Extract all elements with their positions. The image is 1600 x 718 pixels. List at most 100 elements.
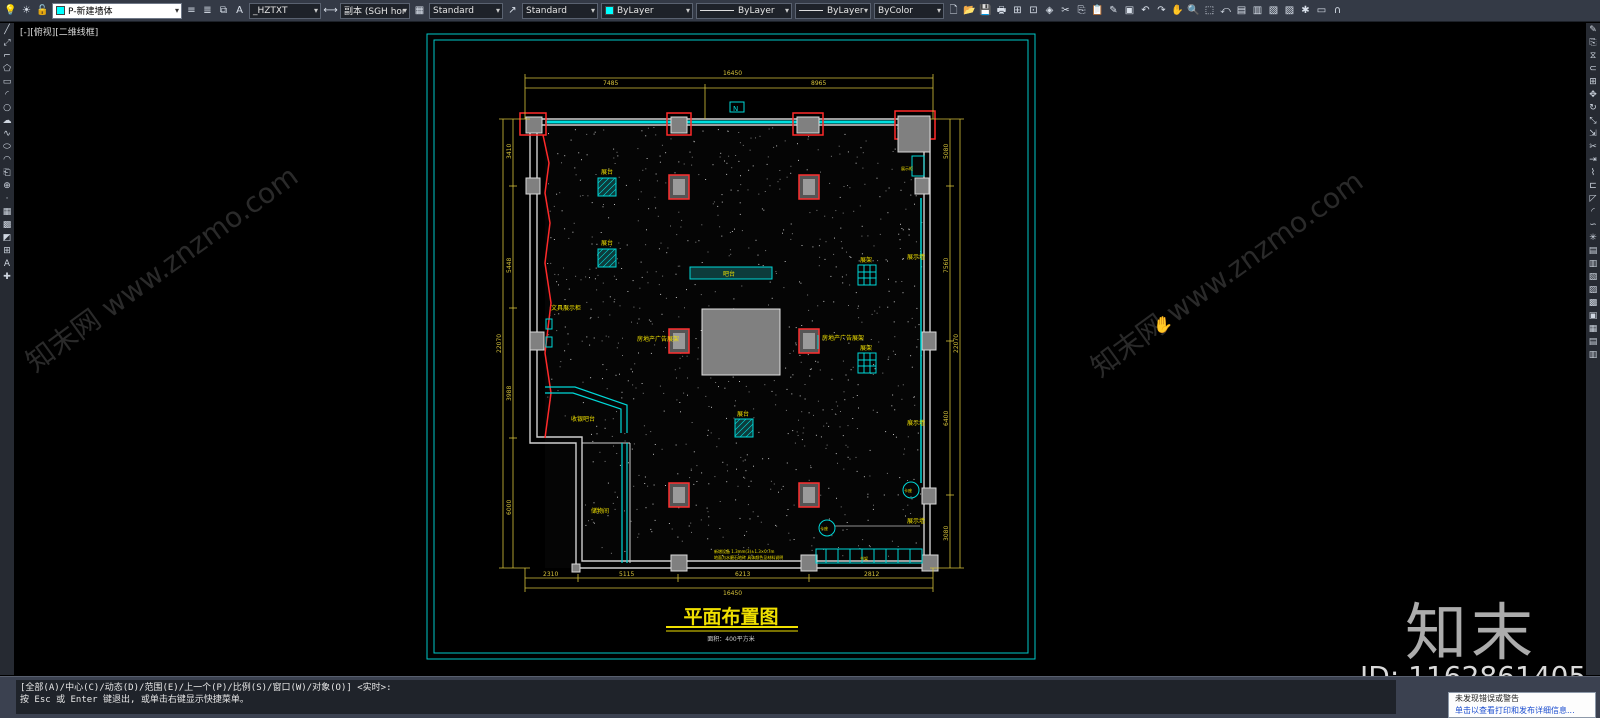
gradient-icon[interactable]: ▩	[0, 218, 14, 231]
draw-order-icon[interactable]: ▤	[1586, 244, 1600, 257]
layer-isolate-icon[interactable]: ▤	[1586, 335, 1600, 348]
layer-match-icon[interactable]: ⧉	[217, 4, 230, 17]
polygon-icon[interactable]: ⬠	[0, 62, 14, 75]
3d-print-icon[interactable]: ◈	[1043, 4, 1056, 17]
sheet-set-icon[interactable]: ▨	[1283, 4, 1296, 17]
plot-style-dropdown[interactable]: ByColor ▾	[874, 2, 944, 19]
rectangle-icon[interactable]: ▭	[0, 75, 14, 88]
bring-front-icon[interactable]: ▥	[1586, 257, 1600, 270]
chamfer-icon[interactable]: ◸	[1586, 192, 1600, 205]
revision-cloud-icon[interactable]: ☁	[0, 114, 14, 127]
text-style-dropdown[interactable]: _HZTXT ▾	[249, 2, 321, 19]
command-history[interactable]: [全部(A)/中心(C)/动态(D)/范围(E)/上一个(P)/比例(S)/窗口…	[16, 680, 1396, 714]
break-icon[interactable]: ⌇	[1586, 166, 1600, 179]
hatch-back-icon[interactable]: ▦	[1586, 322, 1600, 335]
make-block-icon[interactable]: ⊕	[0, 179, 14, 192]
construction-line-icon[interactable]: ⤢	[0, 36, 14, 49]
zoom-window-icon[interactable]: ⬚	[1203, 4, 1216, 17]
make-current-layer-icon[interactable]: ≡	[185, 4, 198, 17]
line-icon[interactable]: ╱	[0, 23, 14, 36]
dim-right-seg3: 6400	[943, 411, 950, 426]
layer-previous-icon[interactable]: ≣	[201, 4, 214, 17]
send-under-icon[interactable]: ▩	[1586, 296, 1600, 309]
region-icon[interactable]: ◩	[0, 231, 14, 244]
new-icon[interactable]: 🗋	[947, 4, 960, 17]
fillet-icon[interactable]: ◜	[1586, 205, 1600, 218]
block-editor-icon[interactable]: ▣	[1123, 4, 1136, 17]
layer-sun-icon[interactable]: ☀	[20, 4, 33, 17]
add-selected-icon[interactable]: ✚	[0, 270, 14, 283]
lineweight-dropdown[interactable]: ByLayer ▾	[795, 2, 871, 19]
undo-icon[interactable]: ↶	[1139, 4, 1152, 17]
match-properties-icon[interactable]: ✎	[1107, 4, 1120, 17]
join-icon[interactable]: ⊏	[1586, 179, 1600, 192]
mirror-icon[interactable]: ⧖	[1586, 49, 1600, 62]
warning-details-link[interactable]: 单击以查看打印和发布详细信息...	[1449, 705, 1595, 717]
circle-icon[interactable]: ○	[0, 101, 14, 114]
drawing-viewport[interactable]: [-][俯视][二维线框] 知末网 www.znzmo.com 知末网 www.…	[15, 23, 1585, 675]
preview-icon[interactable]: ⊞	[1011, 4, 1024, 17]
design-center-icon[interactable]: ▥	[1251, 4, 1264, 17]
plot-icon[interactable]: 🖶	[995, 4, 1008, 17]
offset-icon[interactable]: ⊂	[1586, 62, 1600, 75]
view-controls-label[interactable]: [-][俯视][二维线框]	[20, 25, 98, 38]
extend-icon[interactable]: ⇥	[1586, 153, 1600, 166]
send-back-icon[interactable]: ▧	[1586, 270, 1600, 283]
pan-icon[interactable]: ✋	[1171, 4, 1184, 17]
arc-icon[interactable]: ◜	[0, 88, 14, 101]
measure-icon[interactable]: ∩	[1331, 4, 1344, 17]
linetype-dropdown[interactable]: ByLayer ▾	[696, 2, 792, 19]
dim-bottom-seg2: 5115	[619, 571, 634, 578]
tool-palettes-icon[interactable]: ▧	[1267, 4, 1280, 17]
multileader-style-icon[interactable]: ↗	[506, 4, 519, 17]
ellipse-icon[interactable]: ⬭	[0, 140, 14, 153]
markup-icon[interactable]: ✱	[1299, 4, 1312, 17]
move-icon[interactable]: ✥	[1586, 88, 1600, 101]
text-style-icon[interactable]: A	[233, 4, 246, 17]
explode-icon[interactable]: ✳	[1586, 231, 1600, 244]
cut-icon[interactable]: ✂	[1059, 4, 1072, 17]
plot-warning-popup[interactable]: 未发现错误或警告 单击以查看打印和发布详细信息...	[1448, 692, 1596, 718]
point-icon[interactable]: ·	[0, 192, 14, 205]
compass-label: N	[733, 105, 738, 113]
layer-freeze-icon[interactable]: ▥	[1586, 348, 1600, 361]
erase-icon[interactable]: ✎	[1586, 23, 1600, 36]
spline-icon[interactable]: ∿	[0, 127, 14, 140]
hatch-icon[interactable]: ▦	[0, 205, 14, 218]
zoom-realtime-icon[interactable]: 🔍	[1187, 4, 1200, 17]
redo-icon[interactable]: ↷	[1155, 4, 1168, 17]
save-icon[interactable]: 💾	[979, 4, 992, 17]
table-icon[interactable]: ⊞	[0, 244, 14, 257]
insert-block-icon[interactable]: ⎗	[0, 166, 14, 179]
polyline-icon[interactable]: ⌐	[0, 49, 14, 62]
zoom-previous-icon[interactable]: ⤺	[1219, 4, 1232, 17]
plot-style-value: ByColor	[878, 5, 913, 16]
scale-icon[interactable]: ⤡	[1586, 114, 1600, 127]
bring-above-icon[interactable]: ▨	[1586, 283, 1600, 296]
table-style-dropdown[interactable]: Standard ▾	[429, 2, 503, 19]
copy-icon[interactable]: ⎘	[1075, 4, 1088, 17]
dim-style-icon[interactable]: ⟷	[323, 4, 337, 17]
trim-icon[interactable]: ✂	[1586, 140, 1600, 153]
array-icon[interactable]: ⊞	[1586, 75, 1600, 88]
color-dropdown[interactable]: ByLayer ▾	[601, 2, 693, 19]
mtext-icon[interactable]: A	[0, 257, 14, 270]
properties-icon[interactable]: ▤	[1235, 4, 1248, 17]
layer-lock-icon[interactable]: 🔓	[36, 4, 49, 17]
blend-icon[interactable]: ∽	[1586, 218, 1600, 231]
publish-icon[interactable]: ⊡	[1027, 4, 1040, 17]
ellipse-arc-icon[interactable]: ◠	[0, 153, 14, 166]
stretch-icon[interactable]: ⇲	[1586, 127, 1600, 140]
layer-bulb-icon[interactable]: 💡	[4, 4, 17, 17]
paste-icon[interactable]: 📋	[1091, 4, 1104, 17]
multileader-style-dropdown[interactable]: Standard ▾	[522, 2, 598, 19]
text-front-icon[interactable]: ▣	[1586, 309, 1600, 322]
dim-style-dropdown[interactable]: 副本 (SGH hor ▾	[340, 2, 410, 19]
table-style-icon[interactable]: ▦	[413, 4, 426, 17]
rotate-icon[interactable]: ↻	[1586, 101, 1600, 114]
calculator-icon[interactable]: ▭	[1315, 4, 1328, 17]
warning-text: 未发现错误或警告	[1455, 694, 1519, 703]
copy-object-icon[interactable]: ⎘	[1586, 36, 1600, 49]
layer-dropdown[interactable]: P-新建墙体 ▾	[52, 2, 182, 19]
open-icon[interactable]: 📂	[963, 4, 976, 17]
